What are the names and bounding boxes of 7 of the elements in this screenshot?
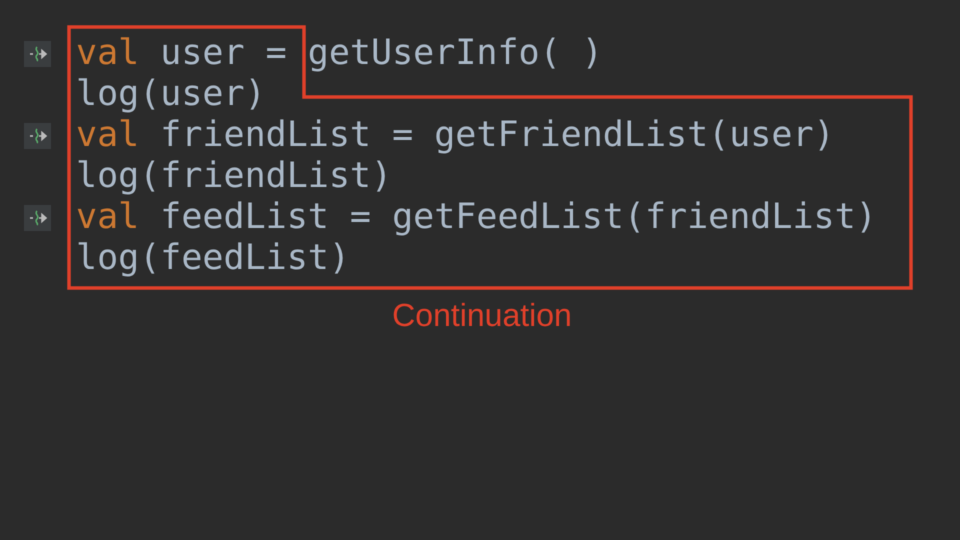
code-line: log(friendList) — [76, 156, 392, 197]
code-line: val friendList = getFriendList(user) — [76, 115, 835, 156]
code-line: val feedList = getFeedList(friendList) — [76, 197, 877, 238]
annotation-label: Continuation — [391, 297, 572, 334]
code-line: log(feedList) — [76, 238, 350, 279]
code-line: val user = getUserInfo( ) — [76, 33, 603, 74]
code-line: log(user) — [76, 74, 266, 115]
